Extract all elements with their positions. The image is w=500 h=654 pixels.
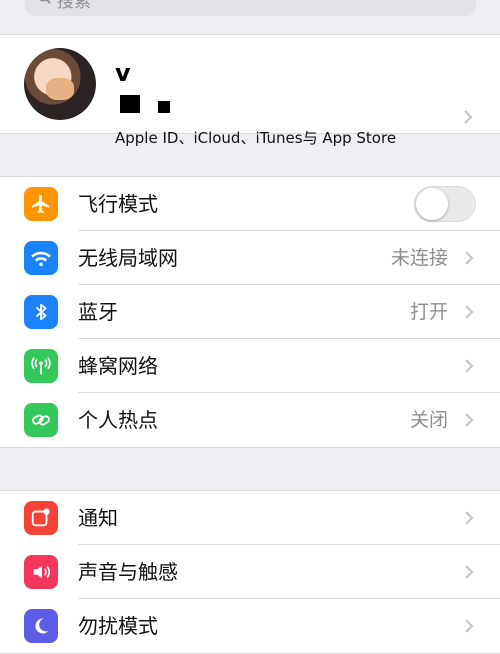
wifi-icon bbox=[24, 241, 58, 275]
airplane-mode-toggle[interactable] bbox=[414, 186, 476, 222]
row-label: 蓝牙 bbox=[78, 300, 118, 324]
search-area: 搜索 bbox=[0, 0, 500, 34]
row-label: 勿扰模式 bbox=[78, 614, 158, 638]
redaction-block bbox=[158, 101, 170, 113]
connectivity-group: 飞行模式 无线局域网 未连接 蓝牙 打开 蜂窝网络 个人热点 关闭 bbox=[0, 176, 500, 448]
row-value: 关闭 bbox=[409, 409, 448, 431]
settings-row-airplane[interactable]: 飞行模式 bbox=[0, 177, 500, 231]
search-icon bbox=[37, 0, 51, 9]
chevron-right-icon bbox=[463, 250, 475, 266]
settings-row-sounds[interactable]: 声音与触感 bbox=[0, 545, 500, 599]
row-value: 未连接 bbox=[390, 247, 448, 269]
row-label: 飞行模式 bbox=[78, 192, 158, 216]
chevron-right-icon bbox=[463, 510, 475, 526]
redaction-block bbox=[120, 95, 140, 113]
avatar bbox=[24, 48, 96, 120]
row-value: 打开 bbox=[409, 301, 448, 323]
chevron-right-icon bbox=[463, 304, 475, 320]
row-label: 无线局域网 bbox=[78, 246, 178, 270]
toggle-knob bbox=[416, 188, 448, 220]
search-placeholder: 搜索 bbox=[57, 0, 91, 12]
chevron-right-icon bbox=[463, 358, 475, 374]
antenna-icon bbox=[24, 349, 58, 383]
row-label: 通知 bbox=[78, 506, 118, 530]
chevron-right-icon bbox=[462, 109, 474, 125]
row-label: 声音与触感 bbox=[78, 560, 178, 584]
settings-row-wifi[interactable]: 无线局域网 未连接 bbox=[0, 231, 500, 285]
row-label: 蜂窝网络 bbox=[78, 354, 158, 378]
chevron-right-icon bbox=[463, 618, 475, 634]
settings-row-notifications[interactable]: 通知 bbox=[0, 491, 500, 545]
notifications-group: 通知 声音与触感 勿扰模式 bbox=[0, 490, 500, 654]
search-input[interactable]: 搜索 bbox=[25, 0, 476, 16]
speaker-icon bbox=[24, 555, 58, 589]
profile-subtitle: Apple ID、iCloud、iTunes与 App Store bbox=[115, 129, 397, 147]
settings-row-cellular[interactable]: 蜂窝网络 bbox=[0, 339, 500, 393]
hotspot-link-icon bbox=[24, 403, 58, 437]
chevron-right-icon bbox=[463, 564, 475, 580]
settings-row-do-not-disturb[interactable]: 勿扰模式 bbox=[0, 599, 500, 653]
notification-icon bbox=[24, 501, 58, 535]
airplane-icon bbox=[24, 187, 58, 221]
bluetooth-icon bbox=[24, 295, 58, 329]
moon-icon bbox=[24, 609, 58, 643]
settings-row-hotspot[interactable]: 个人热点 关闭 bbox=[0, 393, 500, 447]
settings-row-bluetooth[interactable]: 蓝牙 打开 bbox=[0, 285, 500, 339]
chevron-right-icon bbox=[463, 412, 475, 428]
row-label: 个人热点 bbox=[78, 408, 158, 432]
profile-name: v bbox=[115, 59, 137, 87]
apple-id-profile[interactable]: v Apple ID、iCloud、iTunes与 App Store bbox=[0, 34, 500, 147]
